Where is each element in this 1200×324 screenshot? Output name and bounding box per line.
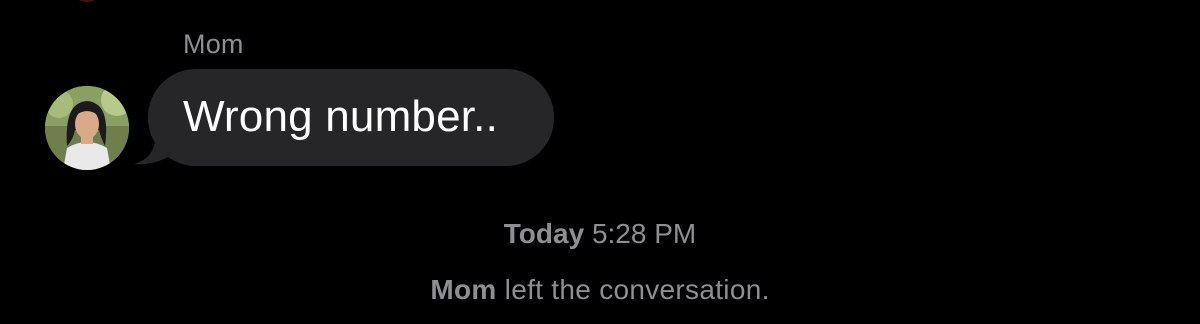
sender-name: Mom <box>183 29 244 59</box>
contact-avatar[interactable] <box>45 86 129 170</box>
timestamp-time: 5:28 PM <box>591 218 697 249</box>
system-note: Mom left the conversation. <box>0 274 1200 306</box>
previous-avatar-edge <box>72 0 102 2</box>
message-text: Wrong number.. <box>183 92 499 141</box>
bubble-tail-icon <box>134 132 170 165</box>
timestamp-day: Today <box>503 218 585 249</box>
contact-photo-icon <box>45 86 129 170</box>
system-note-action: left the conversation. <box>504 274 770 305</box>
system-note-name: Mom <box>430 274 497 305</box>
conversation-timestamp: Today 5:28 PM <box>0 218 1200 250</box>
